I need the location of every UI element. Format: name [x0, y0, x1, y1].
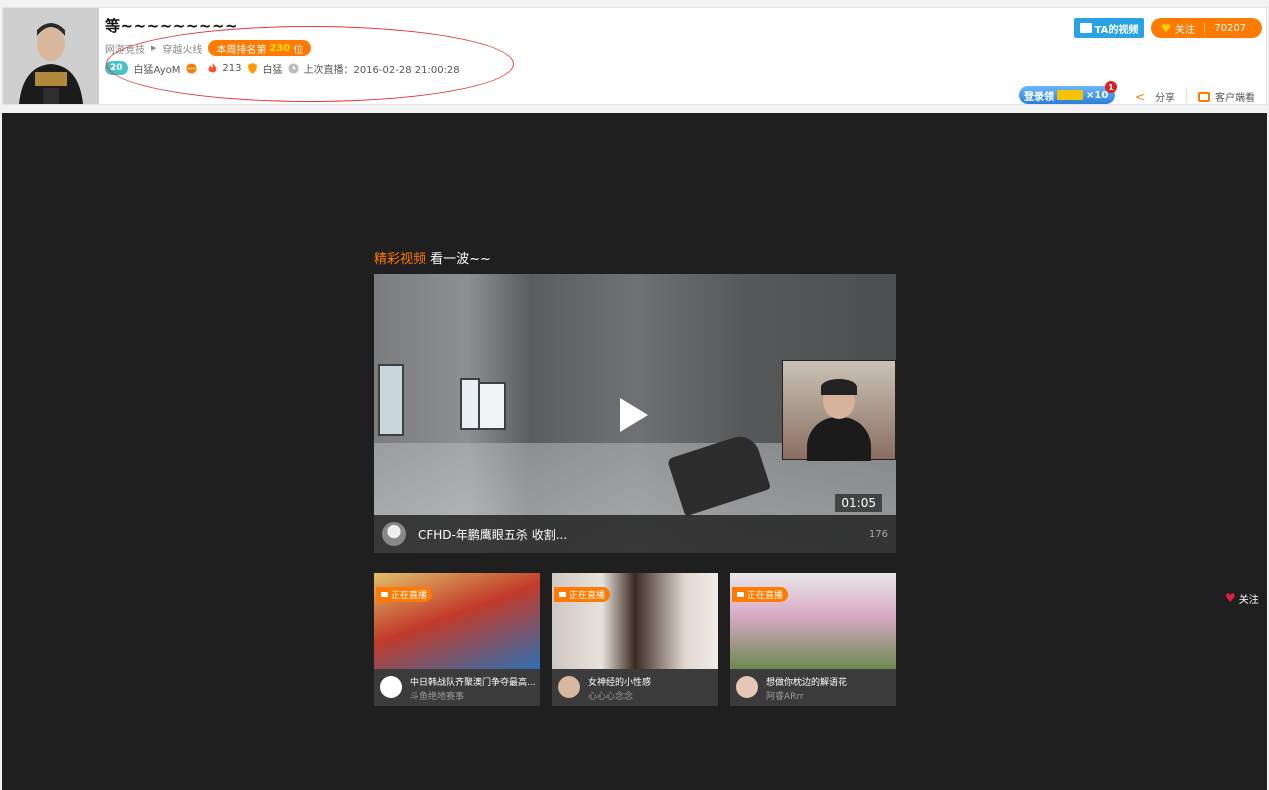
streamer-stats-row: 20 白猛AyoM 213 白猛 上次直播：2016-02-28 21:00:2…: [105, 60, 466, 76]
live-recommendations: 正在直播 中日韩战队齐聚澳门争夺最高... 斗鱼绝地赛事 正在直播 女神经的小性…: [374, 573, 896, 706]
live-card-title[interactable]: 女神经的小性感: [588, 675, 714, 688]
film-icon: [1079, 23, 1092, 33]
category-parent-link[interactable]: 网游竞技: [105, 41, 145, 56]
live-card-avatar[interactable]: [380, 676, 402, 698]
client-label: 客户端看: [1215, 93, 1255, 104]
fire-icon: [208, 62, 217, 72]
video-duration: 01:05: [835, 494, 882, 512]
last-live-stat: 上次直播：2016-02-28 21:00:28: [288, 61, 460, 76]
live-card-title[interactable]: 想做你枕边的解语花: [766, 675, 892, 688]
category-link[interactable]: 穿越火线: [162, 41, 202, 56]
login-reward-count: ×10: [1086, 89, 1109, 101]
section-title-rest: 看一波~~: [430, 252, 491, 267]
video-info-bar: CFHD-年鹏鹰眼五杀 收割... 176: [374, 515, 896, 553]
follow-label: 关注: [1174, 24, 1195, 36]
share-icon: <: [1135, 89, 1146, 104]
ta-videos-button[interactable]: TA的视频: [1074, 18, 1144, 38]
live-tag: 正在直播: [554, 587, 611, 602]
live-card-avatar[interactable]: [736, 676, 758, 698]
action-divider: [1186, 88, 1187, 102]
heat-value: 213: [222, 62, 242, 74]
follow-button[interactable]: ♥ 关注 | 70207: [1151, 18, 1262, 38]
live-card-user[interactable]: 斗鱼绝地赛事: [410, 689, 464, 702]
ta-videos-label: TA的视频: [1094, 24, 1139, 36]
live-card-info: 想做你枕边的解语花 阿睿ARrr: [730, 669, 896, 706]
heart-icon: ♥: [1161, 21, 1171, 35]
last-live-text: 上次直播：2016-02-28 21:00:28: [303, 64, 460, 76]
follow-separator: |: [1202, 22, 1207, 34]
video-window: [378, 364, 404, 436]
camera-icon: [381, 592, 388, 597]
featured-video[interactable]: 01:05 CFHD-年鹏鹰眼五杀 收割... 176: [374, 274, 896, 553]
live-card-title[interactable]: 中日韩战队齐聚澳门争夺最高...: [410, 675, 536, 688]
video-title[interactable]: CFHD-年鹏鹰眼五杀 收割...: [418, 526, 869, 543]
streamer-name[interactable]: 白猛AyoM: [134, 61, 181, 76]
monitor-icon: [1198, 91, 1210, 102]
rank-prefix: 本周排名第: [216, 44, 267, 56]
player-area: 精彩视频 看一波~~ 01:05 CFHD-年鹏鹰眼五杀 收割... 176 正…: [2, 113, 1267, 790]
level-badge: 20: [105, 61, 128, 75]
gold-bar-icon: [1057, 90, 1083, 100]
camera-icon: [559, 592, 566, 597]
rank-value: 230: [269, 42, 291, 54]
live-card-avatar[interactable]: [558, 676, 580, 698]
section-title-highlight: 精彩视频: [374, 252, 427, 267]
follow-count: 70207: [1214, 22, 1247, 34]
live-tag-label: 正在直播: [391, 591, 428, 601]
client-watch-button[interactable]: 客户端看: [1198, 89, 1255, 104]
weekly-rank-badge[interactable]: 本周排名第 230 位: [208, 40, 312, 56]
video-window: [460, 378, 480, 430]
play-icon[interactable]: [620, 398, 648, 432]
side-follow-label: 关注: [1238, 594, 1259, 606]
live-tag-label: 正在直播: [569, 591, 606, 601]
login-label: 登录领: [1024, 91, 1054, 103]
heat-stat: 213: [207, 62, 242, 74]
breadcrumb-arrow-icon: ▶: [151, 44, 157, 52]
webcam-body: [807, 417, 871, 461]
live-card[interactable]: 正在直播 女神经的小性感 心心心念念: [552, 573, 718, 706]
live-card-info: 女神经的小性感 心心心念念: [552, 669, 718, 706]
webcam-overlay: [782, 360, 896, 461]
camera-icon: [737, 592, 744, 597]
live-card-info: 中日韩战队齐聚澳门争夺最高... 斗鱼绝地赛事: [374, 669, 540, 706]
room-title: 等~~~~~~~~~: [105, 17, 239, 35]
share-label: 分享: [1155, 93, 1176, 104]
login-reward-button[interactable]: 登录领 ×10 1: [1019, 81, 1117, 104]
live-card[interactable]: 正在直播 中日韩战队齐聚澳门争夺最高... 斗鱼绝地赛事: [374, 573, 540, 706]
section-title: 精彩视频 看一波~~: [374, 248, 491, 267]
message-icon[interactable]: [186, 62, 201, 74]
live-tag: 正在直播: [376, 587, 433, 602]
heart-icon: ♥: [1225, 591, 1236, 605]
live-card[interactable]: 正在直播 想做你枕边的解语花 阿睿ARrr: [730, 573, 896, 706]
rank-suffix: 位: [293, 44, 304, 56]
notification-badge: 1: [1105, 81, 1117, 93]
share-button[interactable]: < 分享: [1135, 89, 1176, 105]
side-follow-button[interactable]: ♥ 关注: [1221, 589, 1263, 607]
video-window: [478, 382, 506, 430]
level-value: 20: [110, 63, 123, 73]
room-header: 等~~~~~~~~~ 网游竞技 ▶ 穿越火线 本周排名第 230 位 20 白猛…: [2, 7, 1267, 105]
live-tag: 正在直播: [732, 587, 789, 602]
streamer-avatar[interactable]: [3, 8, 99, 104]
video-view-count: 176: [868, 528, 888, 540]
guild-name: 白猛: [262, 64, 283, 76]
live-tag-label: 正在直播: [747, 591, 784, 601]
webcam-hair: [821, 379, 857, 395]
live-card-user[interactable]: 心心心念念: [588, 689, 633, 702]
shield-icon: [248, 62, 258, 74]
guild-stat[interactable]: 白猛: [247, 61, 282, 76]
live-card-user[interactable]: 阿睿ARrr: [766, 689, 804, 702]
category-row: 网游竞技 ▶ 穿越火线 本周排名第 230 位: [105, 40, 312, 56]
video-author-avatar[interactable]: [382, 522, 406, 546]
clock-icon: [288, 62, 299, 74]
avatar-image: [3, 8, 99, 104]
